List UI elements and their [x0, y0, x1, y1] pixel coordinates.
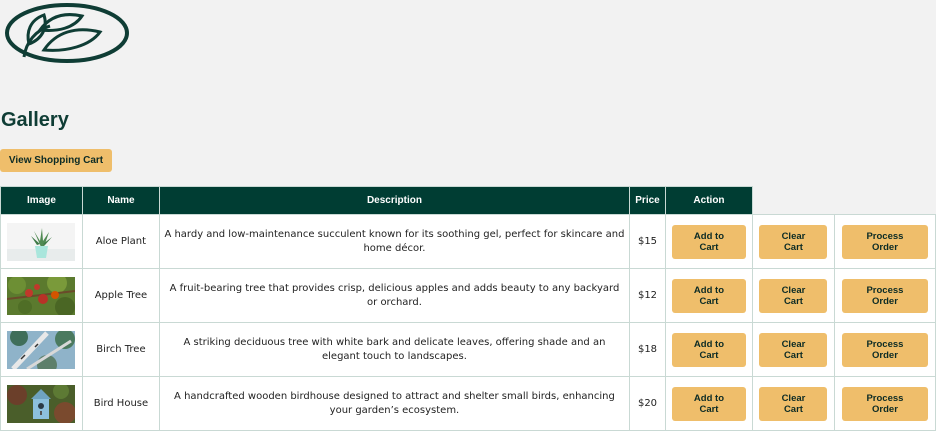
product-name: Bird House: [81, 376, 160, 431]
header-price: Price: [629, 186, 666, 215]
clear-cart-button[interactable]: Clear Cart: [759, 386, 828, 421]
table-row: Bird House A handcrafted wooden birdhous…: [0, 376, 936, 431]
clear-cart-cell: Clear Cart: [751, 322, 835, 377]
aloe-plant-image: [7, 222, 76, 261]
product-price: $18: [629, 322, 666, 377]
clear-cart-cell: Clear Cart: [751, 214, 835, 269]
page-title: Gallery: [1, 109, 69, 131]
product-description: A fruit-bearing tree that provides crisp…: [158, 268, 631, 323]
process-order-cell: Process Order: [833, 376, 936, 431]
header-name: Name: [81, 186, 160, 215]
image-cell: [0, 214, 83, 269]
table-header-row: Image Name Description Price Action: [0, 186, 936, 215]
leaf-logo-icon: [5, 3, 129, 63]
add-to-cart-button[interactable]: Add to Cart: [671, 386, 746, 421]
table-row: Birch Tree A striking deciduous tree wit…: [0, 322, 936, 377]
table-row: Aloe Plant A hardy and low-maintenance s…: [0, 214, 936, 269]
product-name: Aloe Plant: [81, 214, 160, 269]
header-image: Image: [0, 186, 83, 215]
image-cell: [0, 376, 83, 431]
image-cell: [0, 268, 83, 323]
clear-cart-button[interactable]: Clear Cart: [759, 332, 828, 367]
product-description: A handcrafted wooden birdhouse designed …: [158, 376, 631, 431]
product-name: Birch Tree: [81, 322, 160, 377]
add-to-cart-button[interactable]: Add to Cart: [671, 332, 746, 367]
add-to-cart-cell: Add to Cart: [664, 376, 753, 431]
table-row: Apple Tree A fruit-bearing tree that pro…: [0, 268, 936, 323]
add-to-cart-button[interactable]: Add to Cart: [671, 224, 746, 259]
product-description: A hardy and low-maintenance succulent kn…: [158, 214, 631, 269]
header-spacer: [834, 187, 935, 215]
clear-cart-cell: Clear Cart: [751, 268, 835, 323]
apple-tree-image: [7, 276, 76, 315]
product-price: $20: [629, 376, 666, 431]
clear-cart-button[interactable]: Clear Cart: [759, 278, 828, 313]
add-to-cart-cell: Add to Cart: [664, 268, 753, 323]
product-table: Image Name Description Price Action Aloe…: [0, 186, 936, 431]
product-price: $12: [629, 268, 666, 323]
process-order-button[interactable]: Process Order: [841, 278, 928, 313]
process-order-cell: Process Order: [833, 268, 936, 323]
product-price: $15: [629, 214, 666, 269]
header-spacer: [752, 187, 834, 215]
process-order-cell: Process Order: [833, 322, 936, 377]
product-name: Apple Tree: [81, 268, 160, 323]
header-action: Action: [664, 186, 753, 215]
process-order-button[interactable]: Process Order: [841, 332, 928, 367]
view-shopping-cart-button[interactable]: View Shopping Cart: [0, 149, 112, 172]
bird-house-image: [7, 384, 76, 423]
header-description: Description: [158, 186, 631, 215]
process-order-cell: Process Order: [833, 214, 936, 269]
birch-tree-image: [7, 330, 76, 369]
add-to-cart-cell: Add to Cart: [664, 214, 753, 269]
process-order-button[interactable]: Process Order: [841, 386, 928, 421]
product-description: A striking deciduous tree with white bar…: [158, 322, 631, 377]
image-cell: [0, 322, 83, 377]
clear-cart-button[interactable]: Clear Cart: [759, 224, 828, 259]
clear-cart-cell: Clear Cart: [751, 376, 835, 431]
process-order-button[interactable]: Process Order: [841, 224, 928, 259]
add-to-cart-button[interactable]: Add to Cart: [671, 278, 746, 313]
add-to-cart-cell: Add to Cart: [664, 322, 753, 377]
